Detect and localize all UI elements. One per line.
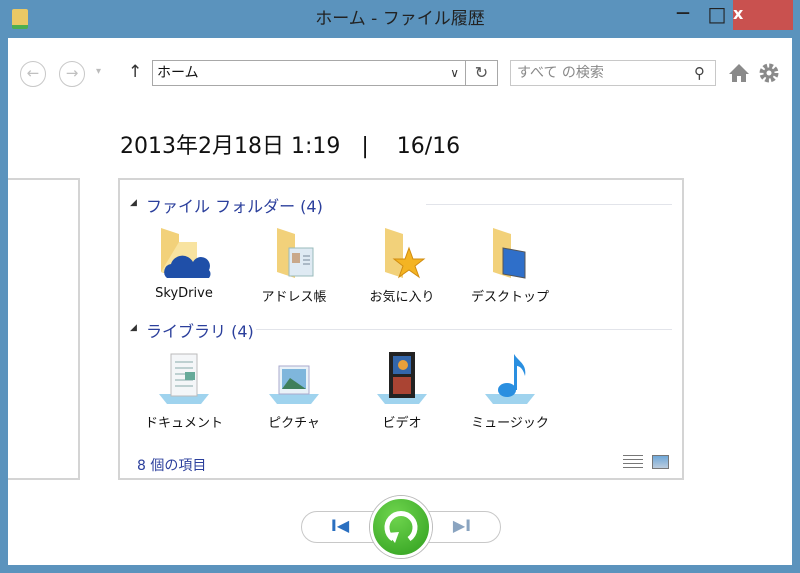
list-item[interactable]: お気に入り <box>352 222 452 305</box>
pictures-library-icon <box>269 365 319 404</box>
item-label: SkyDrive <box>155 286 213 301</box>
documents-library-icon <box>159 353 209 404</box>
separator: | <box>361 134 369 159</box>
restore-button[interactable] <box>370 496 432 558</box>
collapse-icon[interactable]: ◢ <box>130 198 137 208</box>
item-label: ビデオ <box>382 416 422 431</box>
snapshot-position: 16/16 <box>396 134 461 159</box>
contacts-folder-icon <box>277 228 314 278</box>
snapshot-date: 2013年2月18日 1:19 <box>120 134 341 159</box>
list-item[interactable]: ミュージック <box>460 348 560 431</box>
recent-dropdown-icon[interactable]: ▾ <box>96 66 101 77</box>
large-icons-view-icon[interactable] <box>652 455 669 469</box>
maximize-button[interactable]: □ <box>703 0 731 30</box>
address-bar[interactable]: ホーム ∨ <box>152 60 466 86</box>
item-label: アドレス帳 <box>261 290 327 305</box>
details-view-icon[interactable] <box>623 455 643 471</box>
favorites-folder-icon <box>385 228 426 279</box>
item-label: お気に入り <box>369 290 435 305</box>
gear-icon[interactable] <box>758 62 780 88</box>
search-placeholder: すべて の検索 <box>517 65 604 81</box>
previous-version-button[interactable]: I◀ <box>301 511 379 543</box>
restore-icon <box>384 511 418 543</box>
refresh-button[interactable]: ↻ <box>466 60 498 86</box>
item-label: デスクトップ <box>470 290 549 305</box>
item-count: 8 個の項目 <box>137 458 207 474</box>
music-library-icon <box>485 354 535 404</box>
item-label: ドキュメント <box>144 416 223 431</box>
section-header-folders[interactable]: ファイル フォルダー (4) <box>146 193 323 217</box>
list-item[interactable]: アドレス帳 <box>244 222 344 305</box>
previous-snapshot-pane[interactable] <box>8 178 80 480</box>
section-header-libraries[interactable]: ライブラリ (4) <box>146 318 254 342</box>
app-icon <box>12 9 28 29</box>
list-item[interactable]: ピクチャ <box>244 348 344 431</box>
close-button[interactable]: x <box>733 0 793 30</box>
chevron-down-icon[interactable]: ∨ <box>450 61 459 85</box>
snapshot-date-header: 2013年2月18日 1:19 | 16/16 <box>120 128 460 160</box>
item-label: ミュージック <box>471 416 549 431</box>
back-button[interactable]: ← <box>20 61 46 87</box>
divider <box>256 329 672 330</box>
list-item[interactable]: SkyDrive <box>134 222 234 301</box>
search-input[interactable]: すべて の検索 ⚲ <box>510 60 716 86</box>
collapse-icon[interactable]: ◢ <box>130 323 137 333</box>
up-button[interactable]: ↑ <box>128 62 142 82</box>
search-icon: ⚲ <box>694 64 705 82</box>
desktop-folder-icon <box>493 228 526 279</box>
home-icon[interactable] <box>728 62 750 88</box>
videos-library-icon <box>377 352 427 404</box>
next-version-button[interactable]: ▶I <box>423 511 501 543</box>
list-item[interactable]: デスクトップ <box>460 222 560 305</box>
skydrive-folder-icon <box>161 228 211 278</box>
forward-button[interactable]: → <box>59 61 85 87</box>
item-label: ピクチャ <box>268 416 320 431</box>
address-text: ホーム <box>157 65 199 81</box>
list-item[interactable]: ドキュメント <box>134 348 234 431</box>
list-item[interactable]: ビデオ <box>352 348 452 431</box>
minimize-button[interactable]: — <box>668 0 698 30</box>
divider <box>426 204 672 205</box>
